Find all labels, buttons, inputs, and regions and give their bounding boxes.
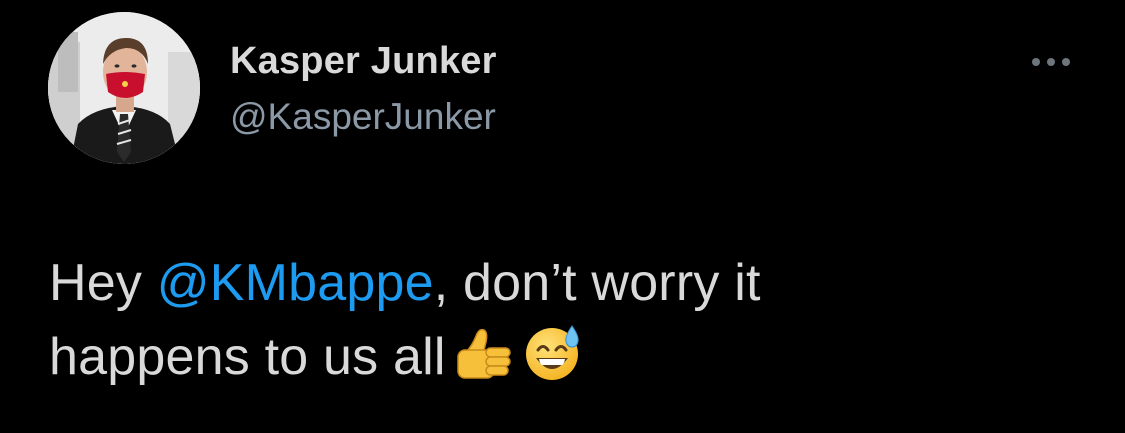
more-options-button[interactable]	[1028, 52, 1076, 72]
thumbs-up-icon	[452, 326, 516, 382]
grinning-sweat-icon	[522, 322, 586, 382]
tweet-text-line: happens to us all	[49, 328, 446, 386]
tweet-text-part: Hey	[49, 254, 157, 312]
more-horizontal-icon	[1028, 52, 1076, 72]
tweet-text: Hey @KMbappe, don’t worry it happens to …	[49, 246, 1089, 394]
author-display-name[interactable]: Kasper Junker	[230, 40, 497, 83]
avatar[interactable]	[48, 12, 200, 164]
tweet: Kasper Junker @KasperJunker Hey @KMbappe…	[0, 0, 1125, 433]
avatar-photo	[48, 12, 200, 164]
mention-link[interactable]: @KMbappe	[157, 254, 434, 312]
tweet-text-part: , don’t worry it	[433, 254, 761, 312]
author-handle[interactable]: @KasperJunker	[230, 96, 496, 138]
